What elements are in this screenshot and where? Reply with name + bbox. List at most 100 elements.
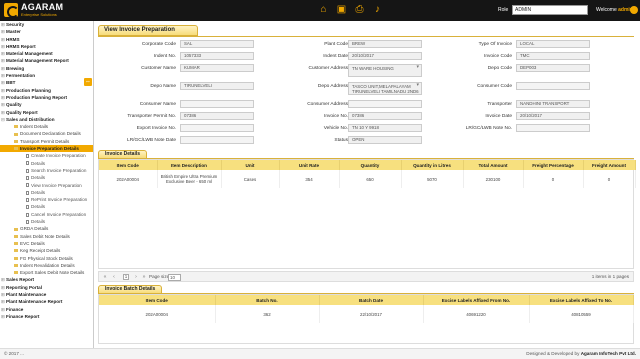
folder-icon — [14, 264, 18, 268]
consumer-address-field[interactable] — [348, 100, 422, 108]
transporter-field[interactable]: NANDHINI TRANSPORT — [516, 100, 590, 108]
nav-subitem[interactable]: Search Invoice Preparation — [0, 167, 93, 174]
column-header[interactable]: Item Code — [99, 160, 158, 170]
nav-item[interactable]: Indent Revalidation Details — [0, 262, 93, 269]
nav-item[interactable]: FG Physical Stock Details — [0, 255, 93, 262]
depo-address-field[interactable]: TASCO UNIT,MELAPALAYAM TIRUNELVELI TAMIL… — [348, 82, 422, 95]
column-header[interactable]: Quantity — [339, 160, 402, 170]
nav-subitem[interactable]: RePrint Invoice Preparation — [0, 196, 93, 203]
customer-address-field[interactable]: TN WARE HOUSING — [348, 64, 422, 77]
nav-item[interactable]: ⊞BBT — [0, 79, 93, 86]
nav-item[interactable]: ⊞Fermentation — [0, 72, 93, 79]
batch-row[interactable]: 202A00004 362 22/10/2017 40691220 40810559 — [99, 305, 634, 323]
column-header[interactable]: Excise Labels Affixed From No. — [423, 295, 530, 305]
column-header[interactable]: Freight Amount — [583, 160, 636, 170]
column-header[interactable]: Freight Percentage — [523, 160, 584, 170]
lr-note-no-field[interactable] — [516, 124, 590, 132]
nav-item[interactable]: ⊞HRMS — [0, 36, 93, 43]
prev-page-icon[interactable]: ‹ — [111, 274, 117, 280]
document-icon — [26, 219, 29, 224]
column-header[interactable]: Batch No. — [215, 295, 320, 305]
nav-item[interactable]: GRDA Details — [0, 225, 93, 232]
transporter-permit-no-field[interactable]: 07386 — [180, 112, 254, 120]
nav-item[interactable]: ⊞Security — [0, 21, 93, 28]
nav-item[interactable]: ⊞Finance — [0, 306, 93, 313]
nav-item[interactable]: ⊞Production Planning Report — [0, 94, 93, 101]
last-page-icon[interactable]: » — [141, 274, 147, 280]
bell-icon[interactable]: ♪ — [372, 4, 383, 15]
home-icon[interactable]: ⌂ — [318, 4, 329, 15]
type-of-invoice-field[interactable]: LOCAL — [516, 40, 590, 48]
invoice-details-tab[interactable]: Invoice Details — [98, 150, 148, 159]
nav-item[interactable]: Sales Debit Note Details — [0, 233, 93, 240]
nav-item[interactable]: ⊞Plant Maintenance Report — [0, 298, 93, 305]
page-size-select[interactable]: 10 — [168, 274, 181, 281]
nav-item[interactable]: ⊞Material Management Report — [0, 57, 93, 64]
nav-item[interactable]: ⊞HRMS Report — [0, 43, 93, 50]
nav-item[interactable]: ⊞Material Management — [0, 50, 93, 57]
user-icon[interactable] — [630, 6, 638, 14]
nav-item[interactable]: Transport Permit Details — [0, 138, 93, 145]
nav-item[interactable]: ⊞Finance Report — [0, 313, 93, 320]
depo-code-field[interactable]: DEP003 — [516, 64, 590, 72]
nav-subitem[interactable]: Details — [0, 203, 93, 210]
plant-code-field[interactable]: BREW — [348, 40, 422, 48]
print-icon[interactable]: ⎙ — [354, 4, 365, 15]
column-header[interactable]: Batch Date — [319, 295, 424, 305]
nav-subitem[interactable]: Details — [0, 189, 93, 196]
credit-company[interactable]: Agaram InfoTech Pvt Ltd. — [581, 351, 636, 356]
status-field[interactable]: OPEN — [348, 136, 422, 144]
nav-item[interactable]: ⊞Reporting Portal — [0, 284, 93, 291]
column-header[interactable]: Unit — [221, 160, 280, 170]
next-page-icon[interactable]: › — [133, 274, 139, 280]
nav-subitem[interactable]: Details — [0, 160, 93, 167]
indent-date-field[interactable]: 20/10/2017 — [348, 52, 422, 60]
nav-subitem[interactable]: Cancel Invoice Preparation — [0, 211, 93, 218]
corporate-code-field[interactable]: SAL — [180, 40, 254, 48]
nav-item[interactable]: Keg Receipt Details — [0, 247, 93, 254]
nav-subitem[interactable]: View Invoice Preparation — [0, 182, 93, 189]
current-page[interactable]: 1 — [123, 274, 129, 280]
column-header[interactable]: Excise Labels Affixed To No. — [529, 295, 634, 305]
consumer-name-field[interactable] — [180, 100, 254, 108]
customer-name-field[interactable]: KUMAR — [180, 64, 254, 72]
indent-no-field[interactable]: 1057333 — [180, 52, 254, 60]
pager-summary: 1 items in 1 pages — [591, 274, 629, 279]
nav-item[interactable]: Document Declaration Details — [0, 130, 93, 137]
column-header[interactable]: Item Description — [157, 160, 222, 170]
briefcase-icon[interactable]: ▣ — [336, 4, 347, 15]
batch-details-tab[interactable]: Invoice Batch Details — [98, 285, 163, 294]
nav-subitem[interactable]: Details — [0, 218, 93, 225]
invoice-code-field[interactable]: TMC — [516, 52, 590, 60]
nav-subitem[interactable]: Create Invoice Preparation — [0, 152, 93, 159]
nav-item[interactable]: Export Sales Debit Note Details — [0, 269, 93, 276]
nav-item[interactable]: ⊟Sales and Distribution — [0, 116, 93, 123]
nav-item[interactable]: ⊞Brewing — [0, 65, 93, 72]
export-invoice-no-field[interactable] — [180, 124, 254, 132]
column-header[interactable]: Item Code — [99, 295, 216, 305]
role-select[interactable]: ADMIN — [512, 5, 588, 15]
nav-item[interactable]: ⊞Sales Report — [0, 276, 93, 283]
nav-item[interactable]: Invoice Preparation Details — [0, 145, 93, 153]
vehicle-no-field[interactable]: TN 10 Y 9918 — [348, 124, 422, 132]
consumer-code-field[interactable] — [516, 82, 590, 90]
lr-note-date-field[interactable] — [180, 136, 254, 144]
nav-item[interactable]: ⊞Plant Maintenance — [0, 291, 93, 298]
nav-item[interactable]: EVC Details — [0, 240, 93, 247]
nav-item[interactable]: Indent Details — [0, 123, 93, 130]
first-page-icon[interactable]: « — [102, 274, 108, 280]
nav-item[interactable]: ⊞Quality — [0, 101, 93, 108]
nav-item[interactable]: ⊞Master — [0, 28, 93, 35]
invoice-row[interactable]: 202A00004 British Empire Ultra Premium Ex… — [99, 170, 636, 188]
nav-item[interactable]: ⊞Quality Report — [0, 109, 93, 116]
column-header[interactable]: Total Amount — [463, 160, 524, 170]
depo-name-field[interactable]: TIRUNELVELI — [180, 82, 254, 90]
collapse-sidebar-icon[interactable]: ⇔ — [84, 78, 92, 86]
brand-logo[interactable]: AGARAM Enterprise Solutions — [4, 3, 63, 18]
nav-item[interactable]: ⊞Production Planning — [0, 87, 93, 94]
invoice-no-field[interactable]: 07386 — [348, 112, 422, 120]
column-header[interactable]: Quantity in Litres — [401, 160, 464, 170]
column-header[interactable]: Unit Rate — [279, 160, 340, 170]
nav-subitem[interactable]: Details — [0, 174, 93, 181]
invoice-date-field[interactable]: 20/10/2017 — [516, 112, 590, 120]
